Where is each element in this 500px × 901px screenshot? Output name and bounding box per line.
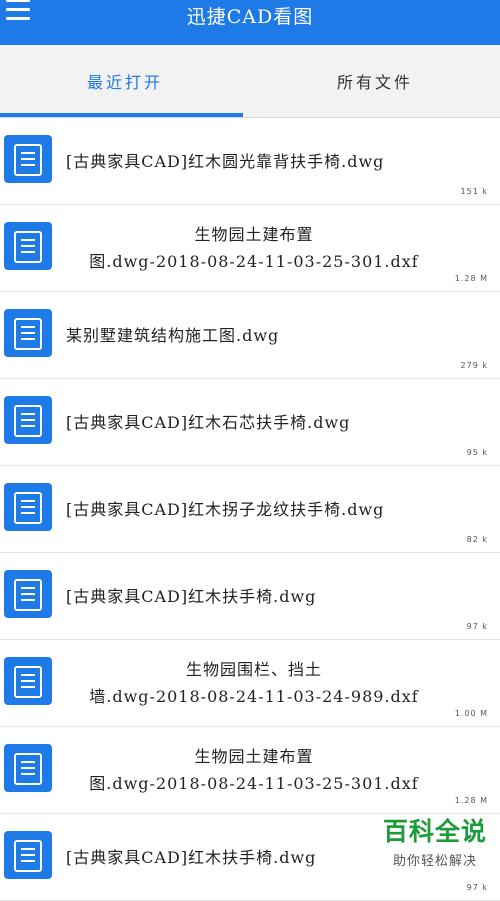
watermark-subtitle: 助你轻松解决 xyxy=(392,854,477,869)
file-name: 生物园围栏、挡土墙.dwg-2018-08-24-11-03-24-989.dx… xyxy=(66,640,442,726)
cad-file-icon xyxy=(4,570,52,618)
active-tab-indicator xyxy=(0,113,243,117)
cad-file-icon xyxy=(4,309,52,357)
file-name-line: 生物园围栏、挡土 xyxy=(185,660,322,679)
file-name: [古典家具CAD]红木石芯扶手椅.dwg xyxy=(66,412,351,432)
file-row[interactable]: 生物园土建布置图.dwg-2018-08-24-11-03-25-301.dxf… xyxy=(0,727,500,814)
file-name: 某别墅建筑结构施工图.dwg xyxy=(66,325,280,345)
file-name-line: 生物园土建布置 xyxy=(194,225,314,244)
file-size: 97 k xyxy=(466,622,488,631)
app-title: 迅捷CAD看图 xyxy=(186,6,314,28)
file-name: [古典家具CAD]红木拐子龙纹扶手椅.dwg xyxy=(66,499,385,519)
cad-file-icon xyxy=(4,222,52,270)
cad-file-icon xyxy=(4,135,52,183)
file-size: 1.28 M xyxy=(454,796,488,805)
cad-file-icon xyxy=(4,744,52,792)
cad-file-icon xyxy=(4,831,52,879)
file-size: 1.00 M xyxy=(454,709,488,718)
cad-file-icon xyxy=(4,396,52,444)
file-row[interactable]: [古典家具CAD]红木扶手椅.dwg 97 k xyxy=(0,553,500,640)
file-size: 95 k xyxy=(466,448,488,457)
file-name-line: 图.dwg-2018-08-24-11-03-25-301.dxf xyxy=(89,774,419,793)
file-list: [古典家具CAD]红木圆光靠背扶手椅.dwg 151 k 生物园土建布置 图.dwg-… xyxy=(0,118,500,901)
file-row[interactable]: [古典家具CAD]红木石芯扶手椅.dwg 95 k xyxy=(0,379,500,466)
file-name: [古典家具CAD]红木扶手椅.dwg xyxy=(66,586,317,606)
tab-recent[interactable]: 最近打开 xyxy=(0,45,250,117)
watermark-title: 百科全说 xyxy=(382,817,487,846)
file-size: 1.28 M xyxy=(454,274,488,283)
cad-file-icon xyxy=(4,657,52,705)
file-row[interactable]: [古典家具CAD]红木拐子龙纹扶手椅.dwg 82 k xyxy=(0,466,500,553)
file-name: [古典家具CAD]红木圆光靠背扶手椅.dwg xyxy=(66,151,385,171)
file-size: 97 k xyxy=(466,883,488,892)
file-name-line: 生物园土建布置 xyxy=(194,747,314,766)
file-name: 生物园土建布置图.dwg-2018-08-24-11-03-25-301.dxf xyxy=(66,727,442,813)
file-row[interactable]: 生物园土建布置图.dwg-2018-08-24-11-03-25-301.dxf… xyxy=(0,205,500,292)
file-name-line: 墙.dwg-2018-08-24-11-03-24-989.dxf xyxy=(89,687,419,706)
file-name: 生物园土建布置图.dwg-2018-08-24-11-03-25-301.dxf xyxy=(66,205,442,291)
tab-all-files[interactable]: 所有文件 xyxy=(250,45,500,117)
file-row[interactable]: 某别墅建筑结构施工图.dwg 279 k xyxy=(0,292,500,379)
tab-bar: 最近打开 所有文件 xyxy=(0,45,500,118)
cad-file-icon xyxy=(4,483,52,531)
file-size: 151 k xyxy=(460,187,488,196)
app-bar: 迅捷CAD看图 xyxy=(0,0,500,45)
file-name-line: 图.dwg-2018-08-24-11-03-25-301.dxf xyxy=(89,252,419,271)
file-row[interactable]: 生物园围栏、挡土墙.dwg-2018-08-24-11-03-24-989.dx… xyxy=(0,640,500,727)
file-row[interactable]: [古典家具CAD]红木圆光靠背扶手椅.dwg 151 k xyxy=(0,118,500,205)
file-size: 279 k xyxy=(460,361,488,370)
watermark: 百科全说 助你轻松解决 xyxy=(376,816,494,869)
file-size: 82 k xyxy=(466,535,488,544)
